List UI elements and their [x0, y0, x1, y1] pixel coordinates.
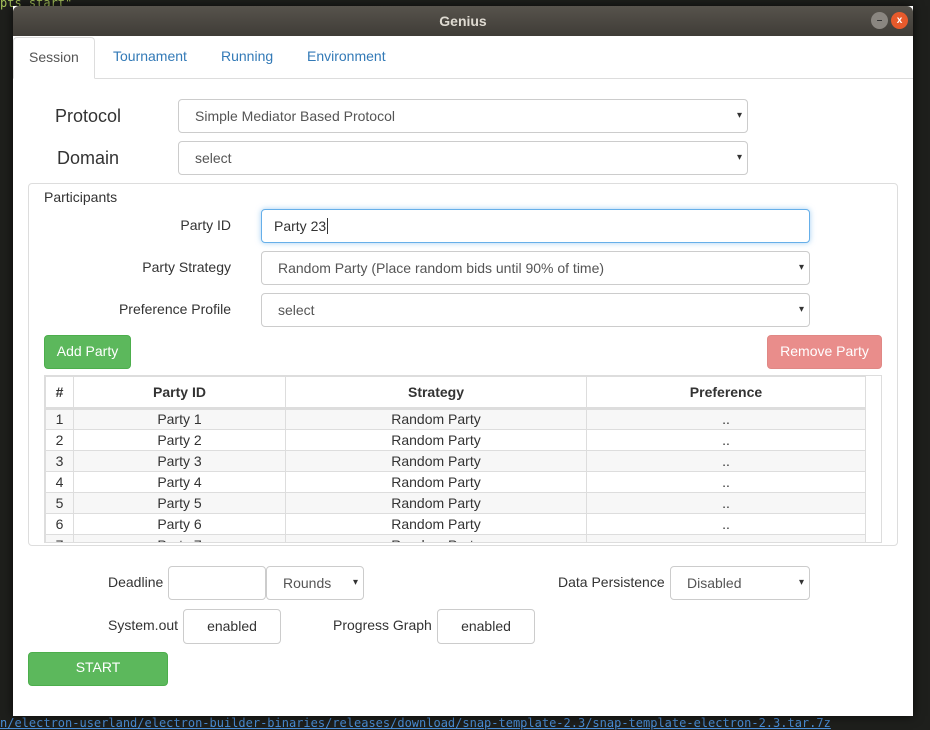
party-strategy-select[interactable]: Random Party (Place random bids until 90… [261, 251, 810, 285]
party-id-input[interactable]: Party 23 [261, 209, 810, 243]
column-header-strategy[interactable]: Strategy [285, 376, 587, 410]
party-id-value: Party 23 [274, 218, 327, 234]
table-row[interactable]: 5 Party 5 Random Party.. [45, 492, 866, 514]
row-preference: .. [586, 429, 866, 451]
progress-graph-toggle[interactable]: enabled [437, 609, 535, 644]
row-strategy: Random Party [285, 450, 587, 472]
deadline-unit-select[interactable]: Rounds ▾ [266, 566, 364, 600]
party-id-label: Party ID [180, 217, 231, 233]
row-number: 5 [45, 492, 74, 514]
row-preference: .. [586, 471, 866, 493]
chevron-down-icon: ▾ [352, 577, 358, 588]
table-row[interactable]: 7Party 7Random Party [45, 534, 866, 542]
add-party-button[interactable]: Add Party [44, 335, 131, 369]
participants-legend: Participants [44, 189, 118, 205]
tab-tournament[interactable]: Tournament [98, 37, 202, 79]
row-number: 4 [45, 471, 74, 493]
progress-graph-label: Progress Graph [333, 617, 432, 633]
row-party-id: Party 1 [73, 408, 286, 430]
data-persistence-value: Disabled [687, 575, 742, 591]
tab-running[interactable]: Running [206, 37, 288, 79]
row-strategy: Random Party [285, 534, 587, 542]
table-row[interactable]: 4 Party 4 Random Party.. [45, 471, 866, 493]
close-button[interactable]: x [891, 12, 908, 29]
column-header-party-id[interactable]: Party ID [73, 376, 286, 410]
table-row[interactable]: 6 Party 6 Random Party.. [45, 513, 866, 535]
protocol-value: Simple Mediator Based Protocol [195, 108, 395, 124]
row-strategy: Random Party [285, 471, 587, 493]
row-preference: .. [586, 492, 866, 514]
row-party-id: Party 7 [73, 534, 286, 542]
tab-environment[interactable]: Environment [292, 37, 401, 79]
row-number: 7 [45, 534, 74, 542]
background-link-text: n/electron-userland/electron-builder-bin… [0, 716, 831, 730]
participants-panel: Participants Party ID Party 23 Party Str… [28, 183, 898, 546]
table-row[interactable]: 3 Party 3 Random Party.. [45, 450, 866, 472]
table-row[interactable]: 1 Party 1 Random Party.. [45, 408, 866, 430]
row-strategy: Random Party [285, 408, 587, 430]
deadline-label: Deadline [108, 574, 164, 590]
window-title: Genius [439, 13, 487, 29]
preference-profile-value: select [278, 302, 315, 318]
row-preference [586, 534, 866, 542]
chevron-down-icon: ▾ [736, 110, 742, 121]
genius-window: Genius – x Session Tournament Running En… [13, 6, 913, 716]
party-strategy-label: Party Strategy [142, 259, 231, 275]
row-number: 3 [45, 450, 74, 472]
row-number: 2 [45, 429, 74, 451]
protocol-label: Protocol [55, 106, 122, 126]
minimize-button[interactable]: – [871, 12, 888, 29]
domain-label: Domain [57, 148, 120, 168]
party-strategy-value: Random Party (Place random bids until 90… [278, 260, 605, 276]
row-strategy: Random Party [285, 429, 587, 451]
system-out-label: System.out [108, 617, 179, 633]
row-party-id: Party 6 [73, 513, 286, 535]
preference-profile-select[interactable]: select ▾ [261, 293, 810, 327]
title-bar: Genius – x [13, 6, 913, 36]
chevron-down-icon: ▾ [798, 577, 804, 588]
column-header-preference[interactable]: Preference [586, 376, 866, 410]
protocol-select[interactable]: Simple Mediator Based Protocol ▾ [178, 99, 748, 133]
chevron-down-icon: ▾ [798, 304, 804, 315]
row-party-id: Party 3 [73, 450, 286, 472]
deadline-input[interactable] [168, 566, 266, 600]
domain-value: select [195, 150, 232, 166]
text-cursor [327, 218, 329, 234]
data-persistence-label: Data Persistence [558, 574, 665, 590]
participants-table: # Party ID Strategy Preference 1 Party 1R… [44, 375, 882, 543]
column-header-number[interactable]: # [45, 376, 74, 410]
preference-profile-label: Preference Profile [118, 301, 231, 317]
table-row[interactable]: 2 Party 2 Random Party.. [45, 429, 866, 451]
chevron-down-icon: ▾ [798, 262, 804, 273]
row-number: 1 [45, 408, 74, 430]
domain-select[interactable]: select ▾ [178, 141, 748, 175]
system-out-toggle[interactable]: enabled [183, 609, 281, 644]
row-number: 6 [45, 513, 74, 535]
remove-party-button[interactable]: Remove Party [767, 335, 882, 369]
row-strategy: Random Party [285, 492, 587, 514]
row-strategy: Random Party [285, 513, 587, 535]
deadline-unit-value: Rounds [283, 575, 332, 591]
tab-bar: Session Tournament Running Environment [13, 36, 913, 79]
row-preference: .. [586, 513, 866, 535]
row-party-id: Party 5 [73, 492, 286, 514]
chevron-down-icon: ▾ [736, 152, 742, 163]
row-preference: .. [586, 450, 866, 472]
row-party-id: Party 2 [73, 429, 286, 451]
row-party-id: Party 4 [73, 471, 286, 493]
tab-session[interactable]: Session [13, 37, 95, 79]
data-persistence-select[interactable]: Disabled ▾ [670, 566, 810, 600]
row-preference: .. [586, 408, 866, 430]
start-button[interactable]: START [28, 652, 168, 686]
